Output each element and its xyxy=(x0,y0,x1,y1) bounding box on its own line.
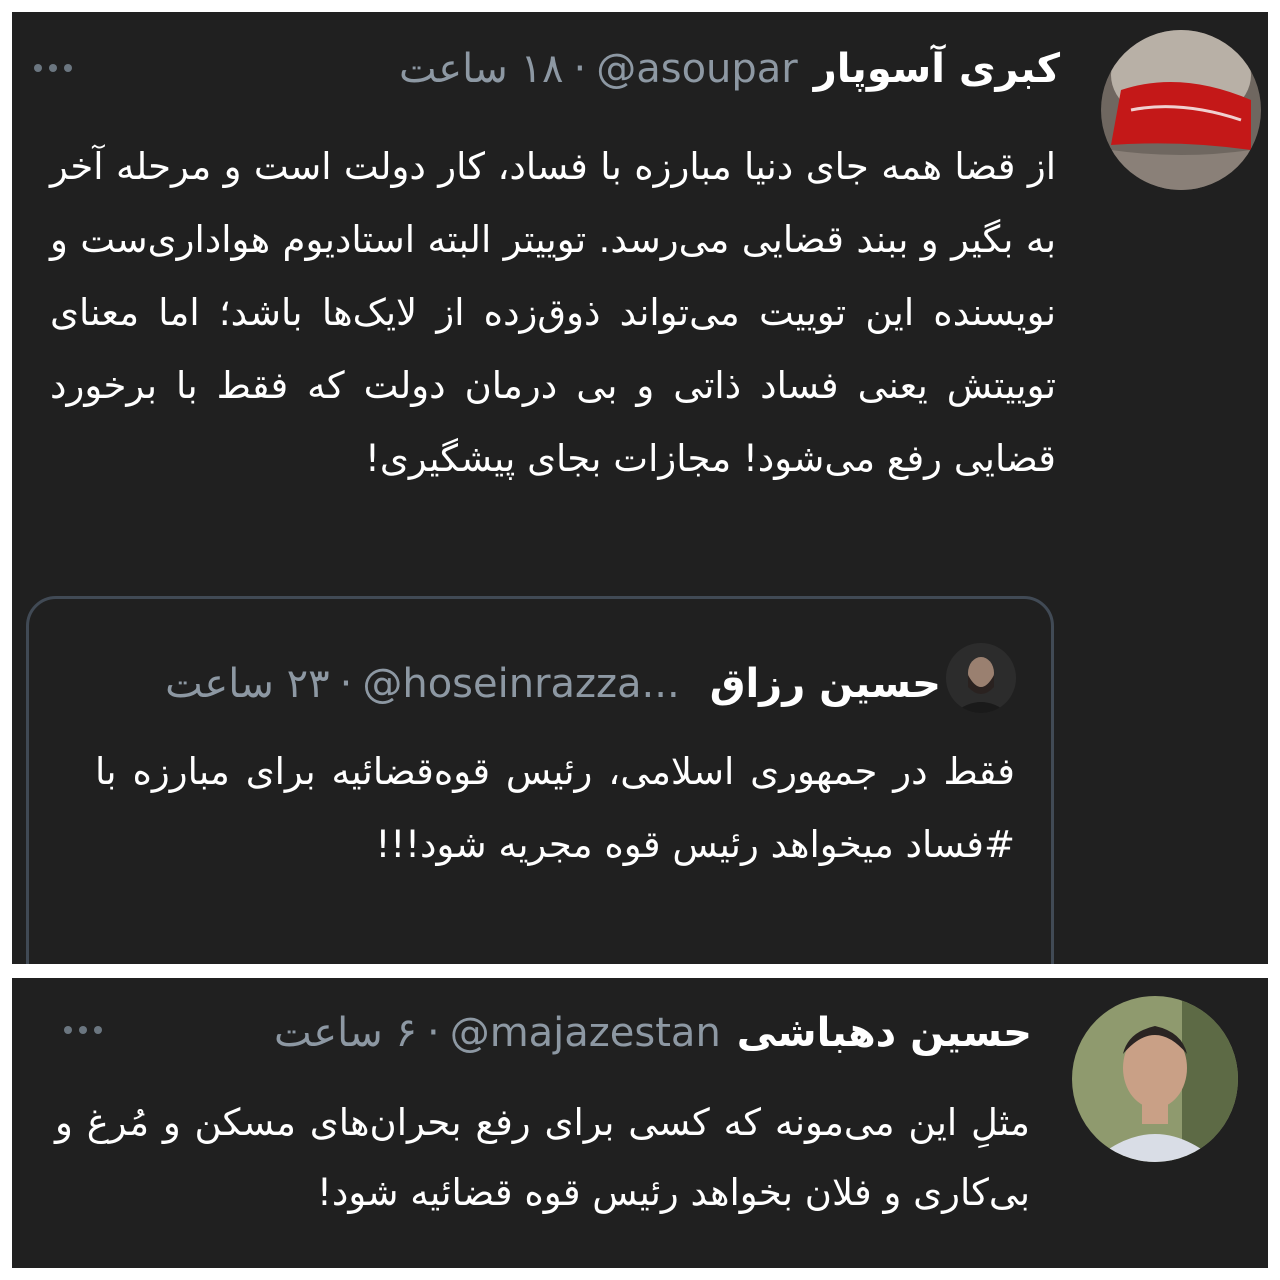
tweet-text: از قضا همه جای دنیا مبارزه با فساد، کار … xyxy=(50,145,1056,480)
author-name[interactable]: حسین دهباشی xyxy=(737,1010,1032,1056)
separator: · xyxy=(426,1010,440,1056)
quoted-tweet[interactable]: حسین رزاق @hoseinrazza... · ۲۳ ساعت فقط … xyxy=(26,596,1054,964)
quote-header: حسین رزاق @hoseinrazza... · ۲۳ ساعت xyxy=(165,661,941,707)
avatar-man-beard-icon[interactable] xyxy=(946,643,1016,713)
tweet-text: مثلِ این می‌مونه که کسی برای رفع بحران‌ه… xyxy=(55,1101,1030,1214)
tweet-header: کبری آسوپار @asoupar · ۱۸ ساعت xyxy=(399,46,1060,92)
tweet-card-majazestan[interactable]: حسین دهباشی @majazestan · ۶ ساعت مثلِ ای… xyxy=(12,978,1268,1268)
more-options-icon[interactable] xyxy=(34,64,72,72)
avatar-man-portrait-icon[interactable] xyxy=(1072,996,1238,1162)
more-options-icon[interactable] xyxy=(64,1026,102,1034)
separator: · xyxy=(339,661,353,707)
author-name[interactable]: کبری آسوپار xyxy=(814,46,1060,92)
tweet-card-asoupar[interactable]: کبری آسوپار @asoupar · ۱۸ ساعت از قضا هم… xyxy=(12,12,1268,964)
tweet-header: حسین دهباشی @majazestan · ۶ ساعت xyxy=(274,1010,1032,1056)
quote-timestamp[interactable]: ۲۳ ساعت xyxy=(165,661,330,707)
quote-author-name[interactable]: حسین رزاق xyxy=(710,661,941,707)
avatar-red-wristband-icon[interactable] xyxy=(1101,30,1261,190)
timestamp[interactable]: ۶ ساعت xyxy=(274,1010,417,1056)
author-handle[interactable]: @asoupar xyxy=(596,46,798,92)
quote-author-handle[interactable]: @hoseinrazza... xyxy=(362,661,679,707)
author-handle[interactable]: @majazestan xyxy=(450,1010,721,1056)
quote-text: فقط در جمهوری اسلامی، رئیس قوه‌قضائیه بر… xyxy=(95,750,1015,866)
timestamp[interactable]: ۱۸ ساعت xyxy=(399,46,564,92)
separator: · xyxy=(573,46,587,92)
